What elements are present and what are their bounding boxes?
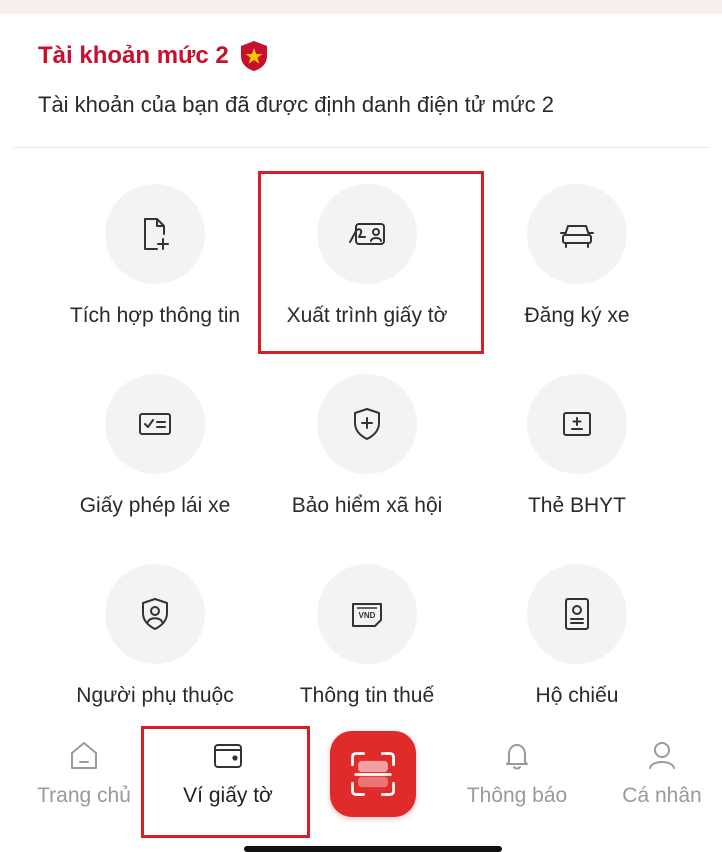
account-level-description: Tài khoản của bạn đã được định danh điện… xyxy=(38,92,555,117)
service-label: Người phụ thuộc xyxy=(76,684,234,707)
bottom-navigation: Trang chủ Ví giấy tờ Thông báo Cá nhân xyxy=(0,718,722,852)
scan-icon xyxy=(351,752,395,796)
home-indicator xyxy=(244,846,502,852)
service-label: Thông tin thuế xyxy=(299,684,435,707)
passport-icon xyxy=(527,564,627,664)
service-the-bhyt[interactable]: Thẻ BHYT xyxy=(472,374,682,544)
divider xyxy=(14,147,708,148)
account-level-header: Tài khoản mức 2 xyxy=(38,40,269,72)
nav-profile[interactable]: Cá nhân xyxy=(612,738,712,808)
user-icon xyxy=(649,742,675,769)
service-label: Giấy phép lái xe xyxy=(79,494,231,517)
service-thong-tin-thue[interactable]: VND Thông tin thuế xyxy=(262,564,472,734)
document-add-icon xyxy=(105,184,205,284)
service-ho-chieu[interactable]: Hộ chiếu xyxy=(472,564,682,734)
nav-home[interactable]: Trang chủ xyxy=(30,738,138,808)
service-bao-hiem-xa-hoi[interactable]: Bảo hiểm xã hội xyxy=(262,374,472,544)
account-level-title: Tài khoản mức 2 xyxy=(38,42,229,69)
service-label: Tích hợp thông tin xyxy=(69,304,241,327)
top-strip xyxy=(0,0,722,14)
national-emblem-badge-icon xyxy=(239,40,269,72)
qr-scan-button[interactable] xyxy=(330,731,416,817)
nav-profile-label: Cá nhân xyxy=(622,784,702,807)
service-label: Đăng ký xe xyxy=(524,304,630,327)
home-icon xyxy=(71,742,97,769)
service-tich-hop-thong-tin[interactable]: Tích hợp thông tin xyxy=(50,184,260,354)
service-label: Thẻ BHYT xyxy=(527,494,627,517)
bell-icon xyxy=(506,744,528,770)
license-check-icon xyxy=(105,374,205,474)
service-label: Hộ chiếu xyxy=(535,684,619,707)
shield-plus-icon xyxy=(317,374,417,474)
service-label: Bảo hiểm xã hội xyxy=(291,494,443,517)
svg-text:VND: VND xyxy=(359,611,376,620)
service-nguoi-phu-thuoc[interactable]: Người phụ thuộc xyxy=(50,564,260,734)
service-dang-ky-xe[interactable]: Đăng ký xe xyxy=(472,184,682,354)
car-icon xyxy=(527,184,627,284)
nav-notifications-label: Thông báo xyxy=(466,784,568,807)
tax-vnd-icon: VND xyxy=(317,564,417,664)
nav-notifications[interactable]: Thông báo xyxy=(455,738,579,808)
nav-home-label: Trang chủ xyxy=(37,784,131,807)
highlight-frame-vi-giay-to xyxy=(141,726,310,838)
service-giay-phep-lai-xe[interactable]: Giấy phép lái xe xyxy=(50,374,260,544)
health-card-icon xyxy=(527,374,627,474)
highlight-frame-xuat-trinh xyxy=(258,171,484,354)
dependent-icon xyxy=(105,564,205,664)
